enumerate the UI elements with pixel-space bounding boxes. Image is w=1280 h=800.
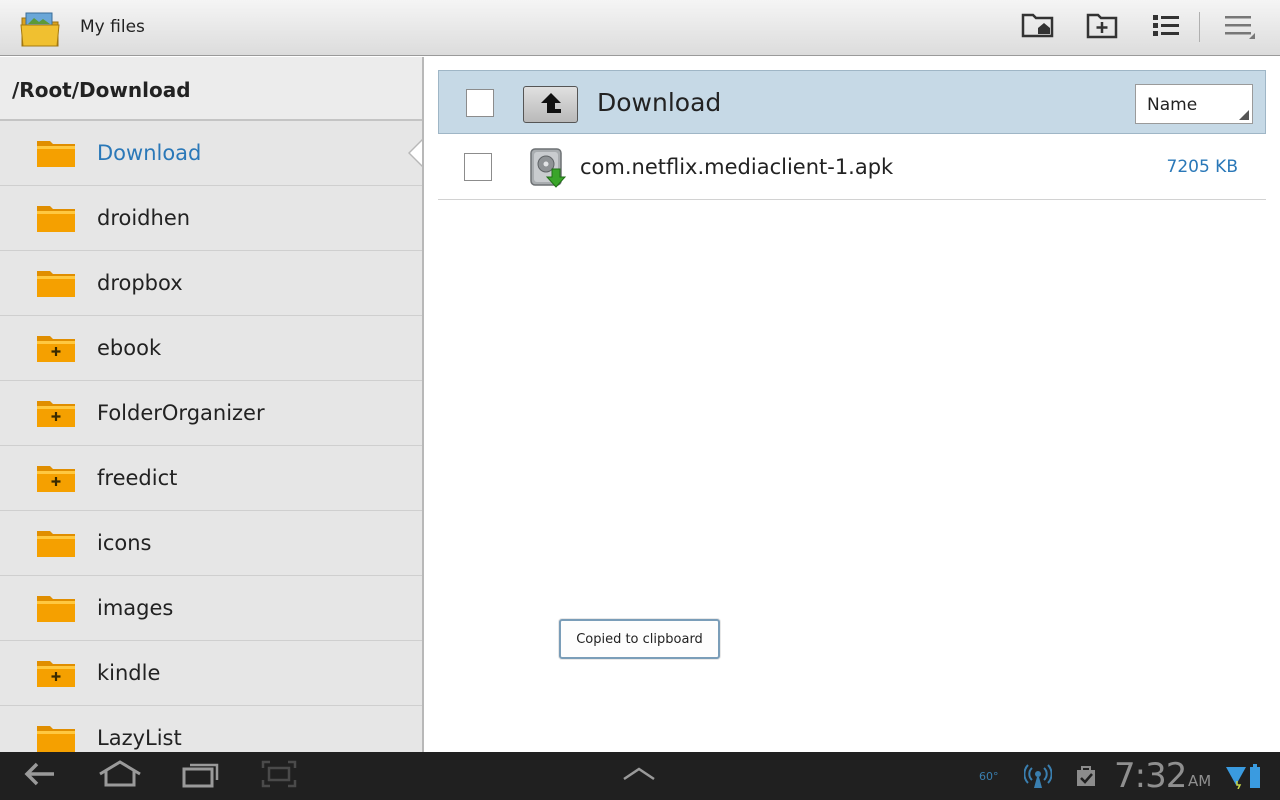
wireless-signal-icon xyxy=(1024,762,1052,790)
file-checkbox[interactable] xyxy=(464,153,492,181)
folder-home-icon xyxy=(1021,12,1055,44)
folder-plus-icon xyxy=(36,658,76,688)
apk-install-icon xyxy=(528,147,568,189)
sort-dropdown[interactable]: Name xyxy=(1135,84,1253,124)
back-arrow-icon xyxy=(23,761,57,791)
folder-sidebar: /Root/Download Download droidhen dropbox eb… xyxy=(0,57,424,752)
home-button[interactable] xyxy=(90,756,150,796)
folder-icon xyxy=(36,268,76,298)
system-bar: 60° 7:32 AM xyxy=(0,752,1280,800)
sidebar-item-label: droidhen xyxy=(97,206,191,230)
up-directory-button[interactable] xyxy=(523,86,578,123)
dropdown-corner-icon xyxy=(1239,110,1249,120)
sidebar-item-droidhen[interactable]: droidhen xyxy=(0,186,422,251)
temperature-readout: 60° xyxy=(979,770,999,783)
folder-plus-icon xyxy=(36,398,76,428)
directory-title: Download xyxy=(597,88,722,117)
sidebar-item-label: kindle xyxy=(97,661,161,685)
toolbar-divider xyxy=(1199,12,1200,42)
sidebar-item-dropbox[interactable]: dropbox xyxy=(0,251,422,316)
toast-message: Copied to clipboard xyxy=(559,619,720,659)
sidebar-item-label: ebook xyxy=(97,336,162,360)
folder-icon xyxy=(36,593,76,623)
home-icon xyxy=(97,760,143,792)
sidebar-item-images[interactable]: images xyxy=(0,576,422,641)
folder-icon xyxy=(36,528,76,558)
sidebar-item-freedict[interactable]: freedict xyxy=(0,446,422,511)
sidebar-item-label: icons xyxy=(97,531,152,555)
recent-apps-icon xyxy=(182,760,220,792)
folder-list: Download droidhen dropbox ebook FolderOrgani… xyxy=(0,121,422,752)
file-name: com.netflix.mediaclient-1.apk xyxy=(580,155,894,179)
overflow-menu-button[interactable] xyxy=(1216,8,1264,48)
sort-selected-value: Name xyxy=(1147,95,1198,115)
clock-time[interactable]: 7:32 xyxy=(1114,756,1187,796)
menu-icon xyxy=(1224,13,1256,43)
folder-icon xyxy=(36,138,76,168)
back-button[interactable] xyxy=(10,756,70,796)
folder-app-icon[interactable] xyxy=(20,10,60,48)
folder-icon xyxy=(36,723,76,752)
sidebar-item-label: images xyxy=(97,596,174,620)
screenshot-button[interactable] xyxy=(249,756,309,796)
chevron-up-icon xyxy=(622,766,656,786)
directory-header: Download Name xyxy=(438,70,1266,134)
sidebar-item-label: Download xyxy=(97,141,202,165)
sidebar-item-folderorganizer[interactable]: FolderOrganizer xyxy=(0,381,422,446)
folder-plus-icon xyxy=(36,463,76,493)
shopping-bag-check-icon xyxy=(1072,762,1100,790)
clock-ampm: AM xyxy=(1188,772,1212,790)
folder-icon xyxy=(36,203,76,233)
file-pane: Download Name com.netflix.mediaclient-1.… xyxy=(426,57,1280,752)
action-bar: My files xyxy=(0,0,1280,56)
sidebar-item-kindle[interactable]: kindle xyxy=(0,641,422,706)
file-size: 7205 KB xyxy=(1166,157,1238,177)
list-view-icon xyxy=(1152,13,1180,43)
sidebar-item-label: freedict xyxy=(97,466,178,490)
list-view-button[interactable] xyxy=(1142,8,1190,48)
current-path: /Root/Download xyxy=(0,57,422,121)
screenshot-icon xyxy=(261,760,297,792)
sidebar-item-download[interactable]: Download xyxy=(0,121,422,186)
battery-icon xyxy=(1244,762,1266,790)
new-folder-button[interactable] xyxy=(1078,8,1126,48)
sidebar-item-lazylist[interactable]: LazyList xyxy=(0,706,422,752)
selection-pointer xyxy=(410,139,422,167)
sidebar-item-label: LazyList xyxy=(97,726,182,750)
sidebar-item-label: FolderOrganizer xyxy=(97,401,265,425)
recent-apps-button[interactable] xyxy=(171,756,231,796)
select-all-checkbox[interactable] xyxy=(466,89,494,117)
folder-plus-icon xyxy=(1086,12,1118,44)
sidebar-item-ebook[interactable]: ebook xyxy=(0,316,422,381)
sidebar-item-label: dropbox xyxy=(97,271,183,295)
sidebar-item-icons[interactable]: icons xyxy=(0,511,422,576)
file-row[interactable]: com.netflix.mediaclient-1.apk 7205 KB xyxy=(438,135,1266,200)
arrow-up-icon xyxy=(538,91,564,119)
home-folder-button[interactable] xyxy=(1014,8,1062,48)
app-tray-button[interactable] xyxy=(609,756,669,796)
app-title: My files xyxy=(80,17,145,37)
folder-plus-icon xyxy=(36,333,76,363)
